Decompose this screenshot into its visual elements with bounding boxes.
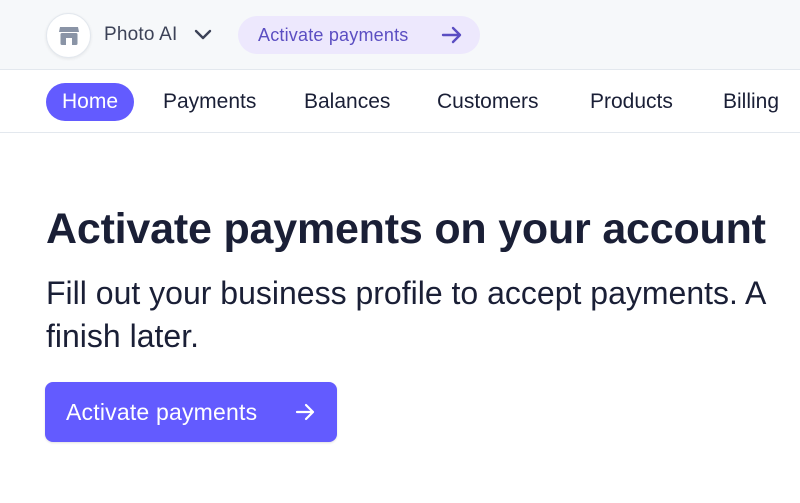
activate-button-label: Activate payments <box>66 398 258 425</box>
nav-item-home[interactable]: Home <box>46 83 135 121</box>
nav-item-payments[interactable]: Payments <box>163 83 256 121</box>
arrow-right-icon <box>441 26 462 44</box>
arrow-right-icon <box>295 403 315 421</box>
nav-item-customers[interactable]: Customers <box>437 83 539 121</box>
account-name[interactable]: Photo AI <box>104 24 177 46</box>
nav-item-billing[interactable]: Billing <box>723 83 779 121</box>
activate-payments-button[interactable]: Activate payments <box>45 382 337 442</box>
nav-item-balances[interactable]: Balances <box>304 83 390 121</box>
activate-pill-label: Activate payments <box>258 24 409 45</box>
nav-item-products[interactable]: Products <box>590 83 673 121</box>
top-bar: Photo AI Activate payments <box>0 0 800 70</box>
page-title: Activate payments on your account <box>46 205 766 253</box>
account-avatar[interactable] <box>46 13 91 58</box>
storefront-icon <box>58 26 79 45</box>
activate-payments-pill[interactable]: Activate payments <box>238 16 480 54</box>
chevron-down-icon[interactable] <box>193 27 213 43</box>
primary-nav: Home Payments Balances Customers Product… <box>0 70 800 133</box>
page-description: Fill out your business profile to accept… <box>46 275 765 354</box>
